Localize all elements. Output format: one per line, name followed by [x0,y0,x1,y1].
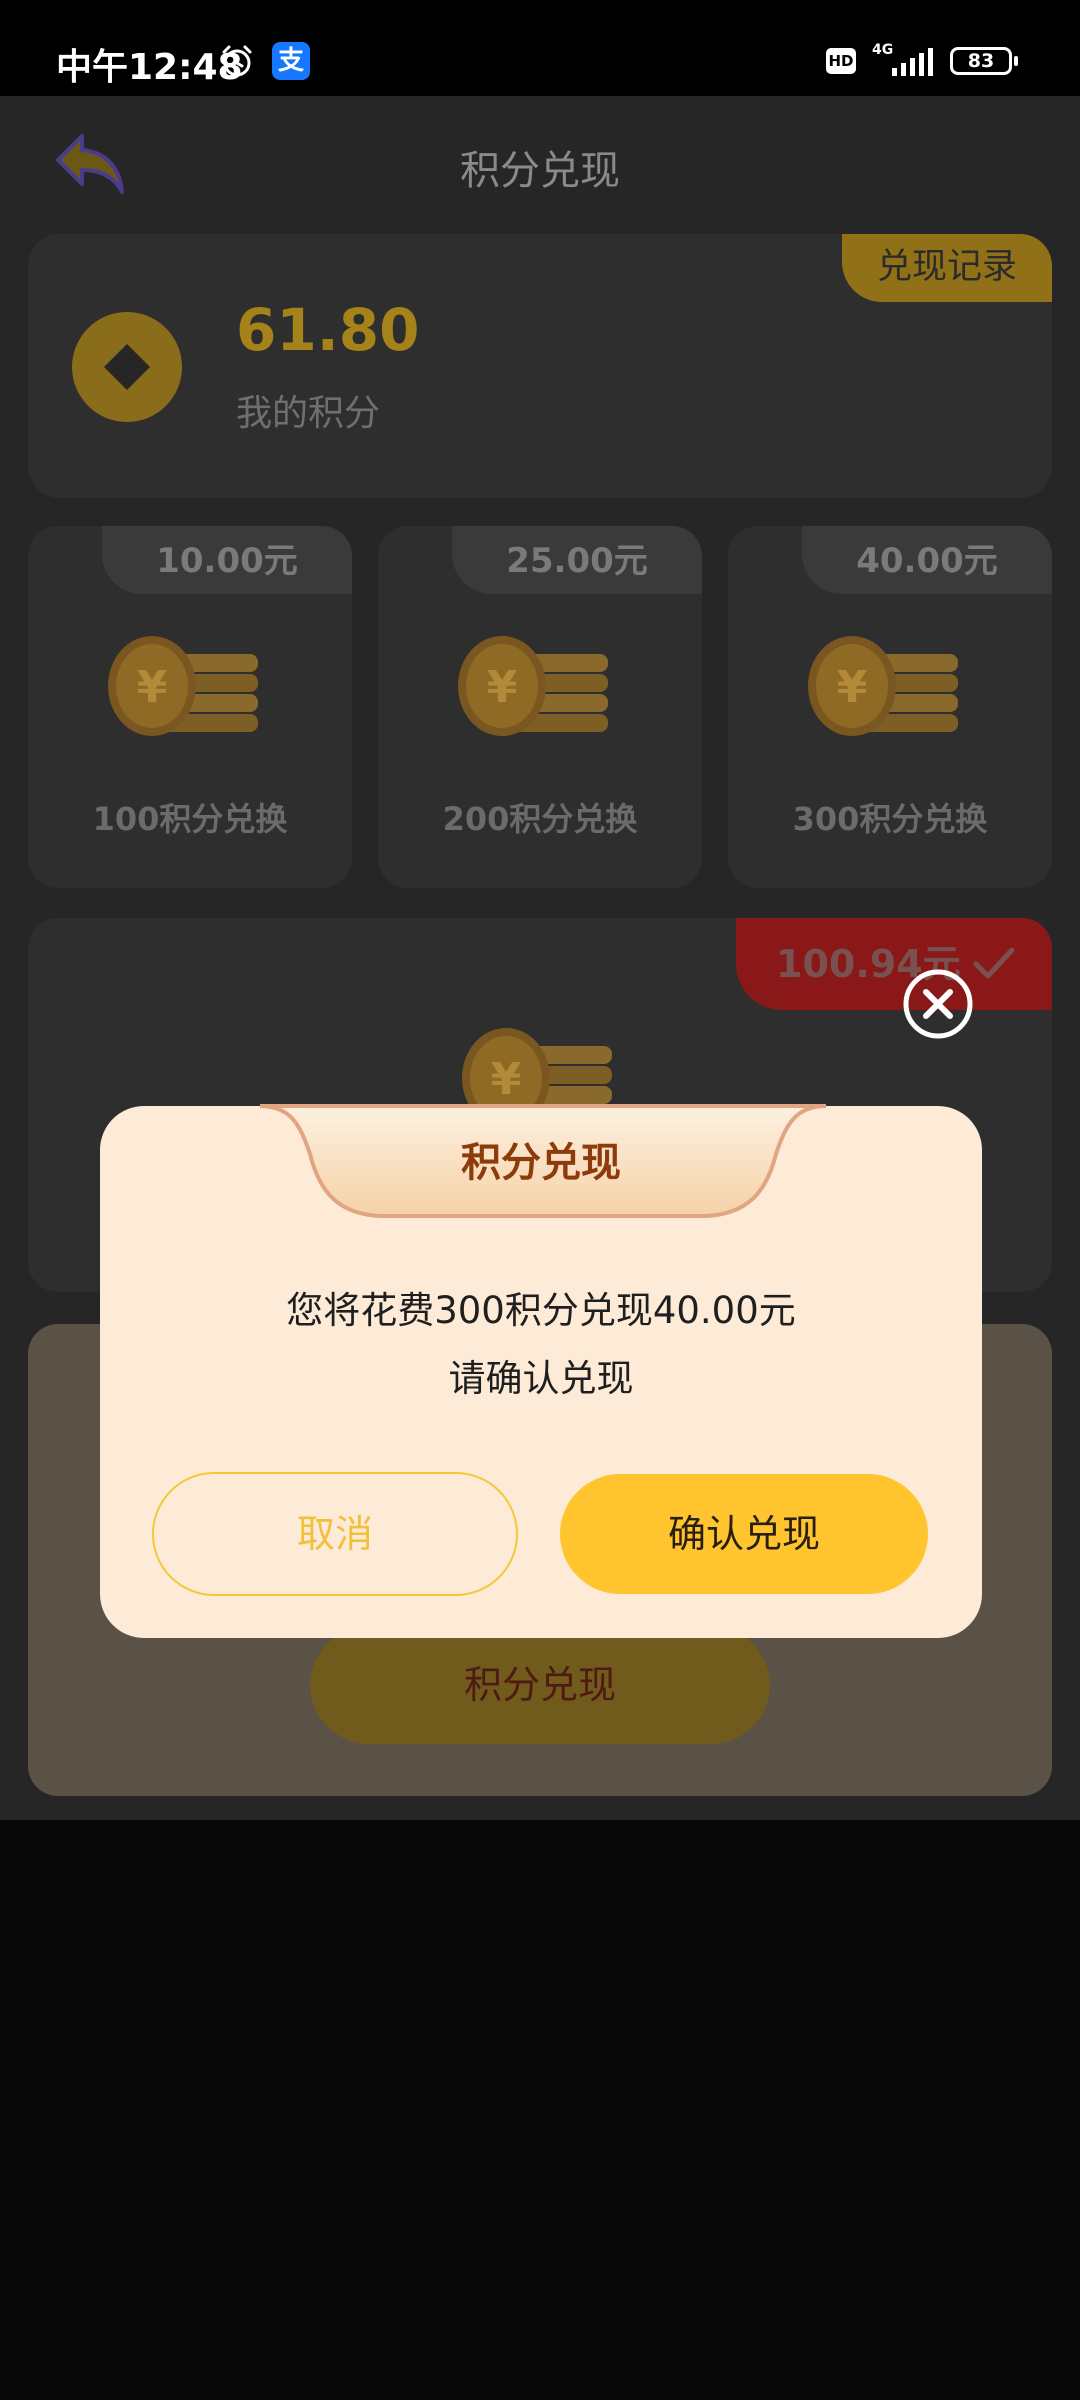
cancel-button[interactable]: 取消 [152,1472,518,1596]
points-card: 61.80 我的积分 兑现记录 [28,234,1052,498]
dialog-message: 您将花费300积分兑现40.00元 [286,1289,796,1332]
bottom-area [0,1820,1080,2400]
hd-badge: HD [826,48,856,74]
status-bar: 中午12:48 支 HD 4G 83 [0,0,1080,96]
signal-icon [892,48,933,76]
alarm-icon [222,45,252,77]
check-icon [973,947,1015,979]
battery-icon: 83 [950,47,1018,75]
svg-text:¥: ¥ [137,662,168,713]
alipay-icon: 支 [272,42,310,80]
coin-stack-icon: ¥ [808,636,958,736]
option-card-1[interactable]: 10.00元 ¥ 100积分兑换 [28,526,352,888]
svg-text:¥: ¥ [837,662,868,713]
close-icon[interactable] [902,968,974,1040]
page-title: 积分兑现 [460,148,620,194]
option-amount: 40.00元 [802,526,1052,594]
confirm-dialog: 积分兑现 您将花费300积分兑现40.00元 请确认兑现 取消 确认兑现 [100,1104,982,1638]
screen: 中午12:48 支 HD 4G 83 积分兑现 61.80 我的积分 兑现记录 … [0,0,1080,2400]
coin-stack-icon: ¥ [458,636,608,736]
option-card-2[interactable]: 25.00元 ¥ 200积分兑换 [378,526,702,888]
option-label: 300积分兑换 [792,800,988,838]
status-time: 中午12:48 [56,47,243,88]
option-label: 200积分兑换 [442,800,638,838]
points-value: 61.80 [236,296,420,364]
dialog-submessage: 请确认兑现 [448,1357,634,1400]
header: 积分兑现 [0,96,1080,232]
option-amount: 25.00元 [452,526,702,594]
points-coin-icon [72,312,182,422]
points-label: 我的积分 [236,393,381,434]
coin-stack-icon: ¥ [108,636,258,736]
option-amount: 10.00元 [102,526,352,594]
confirm-button[interactable]: 确认兑现 [560,1474,928,1594]
exchange-record-button[interactable]: 兑现记录 [842,234,1052,302]
option-card-3[interactable]: 40.00元 ¥ 300积分兑换 [728,526,1052,888]
redeem-button[interactable]: 积分兑现 [310,1626,770,1744]
option-label: 100积分兑换 [92,800,288,838]
dialog-title: 积分兑现 [461,1140,621,1186]
svg-text:¥: ¥ [487,662,518,713]
diamond-icon [104,344,150,390]
svg-text:¥: ¥ [491,1054,522,1105]
